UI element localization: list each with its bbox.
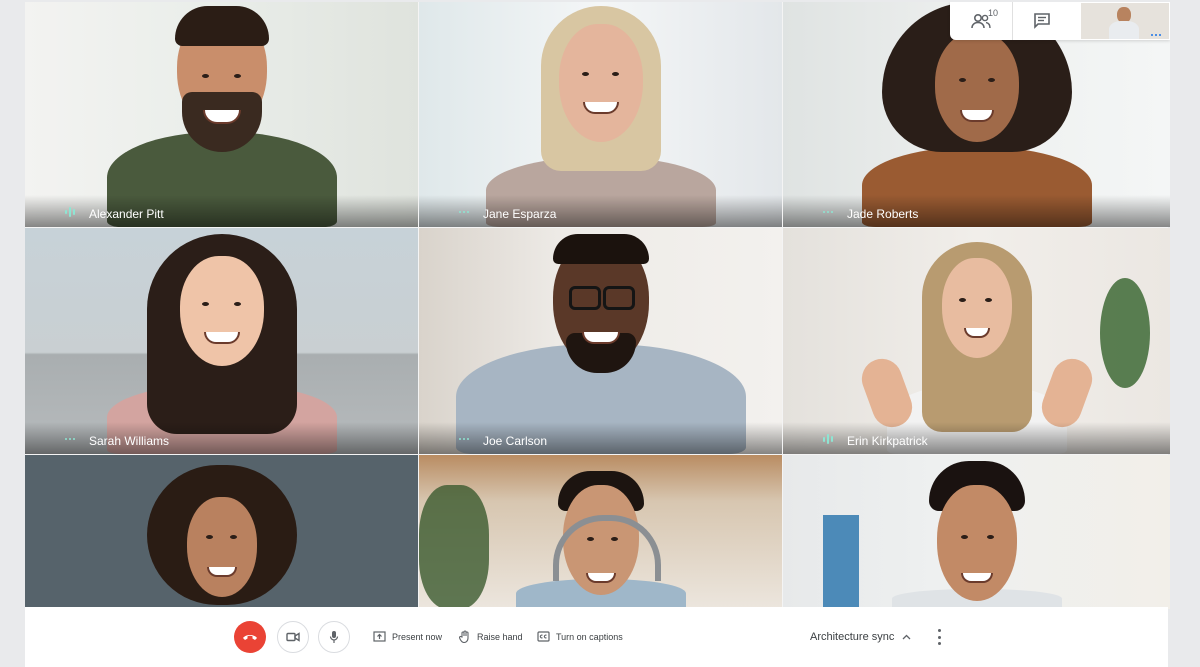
chat-icon — [1034, 13, 1050, 29]
participant-name: Jane Esparza — [483, 207, 557, 221]
name-tag: Erin Kirkpatrick — [783, 422, 1170, 454]
participant-video — [501, 455, 701, 609]
participant-name: Alexander Pitt — [89, 207, 164, 221]
captions-icon — [537, 631, 550, 642]
participant-name: Joe Carlson — [483, 434, 548, 448]
raise-hand-button[interactable]: Raise hand — [459, 630, 523, 643]
top-controls-card: 10 — [950, 2, 1170, 40]
video-tile-joe-carlson[interactable]: Joe Carlson — [419, 228, 782, 454]
participants-button[interactable]: 10 — [950, 2, 1012, 40]
participant-video — [92, 2, 352, 227]
video-tile-sarah-williams[interactable]: Sarah Williams — [25, 228, 418, 454]
present-icon — [373, 631, 386, 642]
participants-count: 10 — [988, 8, 999, 18]
connection-dots-icon — [65, 434, 77, 444]
chevron-up-icon — [902, 634, 911, 640]
raise-hand-icon — [459, 630, 469, 643]
microphone-button[interactable] — [318, 621, 350, 653]
participant-video — [847, 228, 1107, 454]
raise-hand-label: Raise hand — [477, 631, 523, 642]
captions-button[interactable]: Turn on captions — [537, 631, 623, 642]
end-call-button[interactable] — [234, 621, 266, 653]
video-tile-jane-esparza[interactable]: Jane Esparza — [419, 2, 782, 227]
video-tile-participant-7[interactable] — [25, 455, 418, 609]
speaking-indicator-icon — [65, 207, 77, 217]
video-tile-participant-8[interactable] — [419, 455, 782, 609]
video-tile-participant-9[interactable] — [783, 455, 1170, 609]
participant-name: Sarah Williams — [89, 434, 170, 448]
video-tile-jade-roberts[interactable]: 10 Jade Roberts — [783, 2, 1170, 227]
bottom-control-bar: Present now Raise hand Turn on captions … — [25, 607, 1168, 667]
plant-decoration — [1100, 278, 1150, 388]
end-call-icon — [243, 635, 257, 640]
name-tag: Alexander Pitt — [25, 195, 418, 227]
connection-dots-icon — [823, 207, 835, 217]
present-now-label: Present now — [392, 631, 443, 642]
name-tag: Jane Esparza — [419, 195, 782, 227]
participant-video — [122, 455, 322, 609]
participant-video — [877, 455, 1077, 609]
participant-name: Jade Roberts — [847, 207, 919, 221]
speaking-indicator-icon — [823, 434, 835, 444]
connection-dots-icon — [459, 434, 471, 444]
participant-name: Erin Kirkpatrick — [847, 434, 928, 448]
meeting-details-button[interactable]: Architecture sync — [810, 631, 911, 643]
camera-button[interactable] — [277, 621, 309, 653]
microphone-icon — [329, 631, 339, 643]
plant-decoration — [419, 485, 489, 609]
chat-button[interactable] — [1012, 2, 1071, 40]
self-view-thumbnail[interactable] — [1081, 3, 1169, 39]
background-object — [823, 515, 859, 609]
meeting-name: Architecture sync — [810, 631, 895, 643]
name-tag: Joe Carlson — [419, 422, 782, 454]
video-grid: Alexander Pitt Jane Esparza 10 Jade Robe… — [25, 2, 1170, 609]
participant-video — [451, 228, 751, 454]
meeting-window: Alexander Pitt Jane Esparza 10 Jade Robe… — [25, 2, 1170, 667]
captions-label: Turn on captions — [556, 631, 623, 642]
name-tag: Jade Roberts — [783, 195, 1170, 227]
more-vert-icon[interactable] — [934, 629, 944, 645]
camera-icon — [286, 632, 300, 642]
participant-video — [481, 2, 721, 227]
connection-dots-icon — [459, 207, 471, 217]
present-now-button[interactable]: Present now — [373, 631, 442, 642]
name-tag: Sarah Williams — [25, 422, 418, 454]
video-tile-alexander-pitt[interactable]: Alexander Pitt — [25, 2, 418, 227]
video-tile-erin-kirkpatrick[interactable]: Erin Kirkpatrick — [783, 228, 1170, 454]
participant-video — [102, 228, 342, 454]
